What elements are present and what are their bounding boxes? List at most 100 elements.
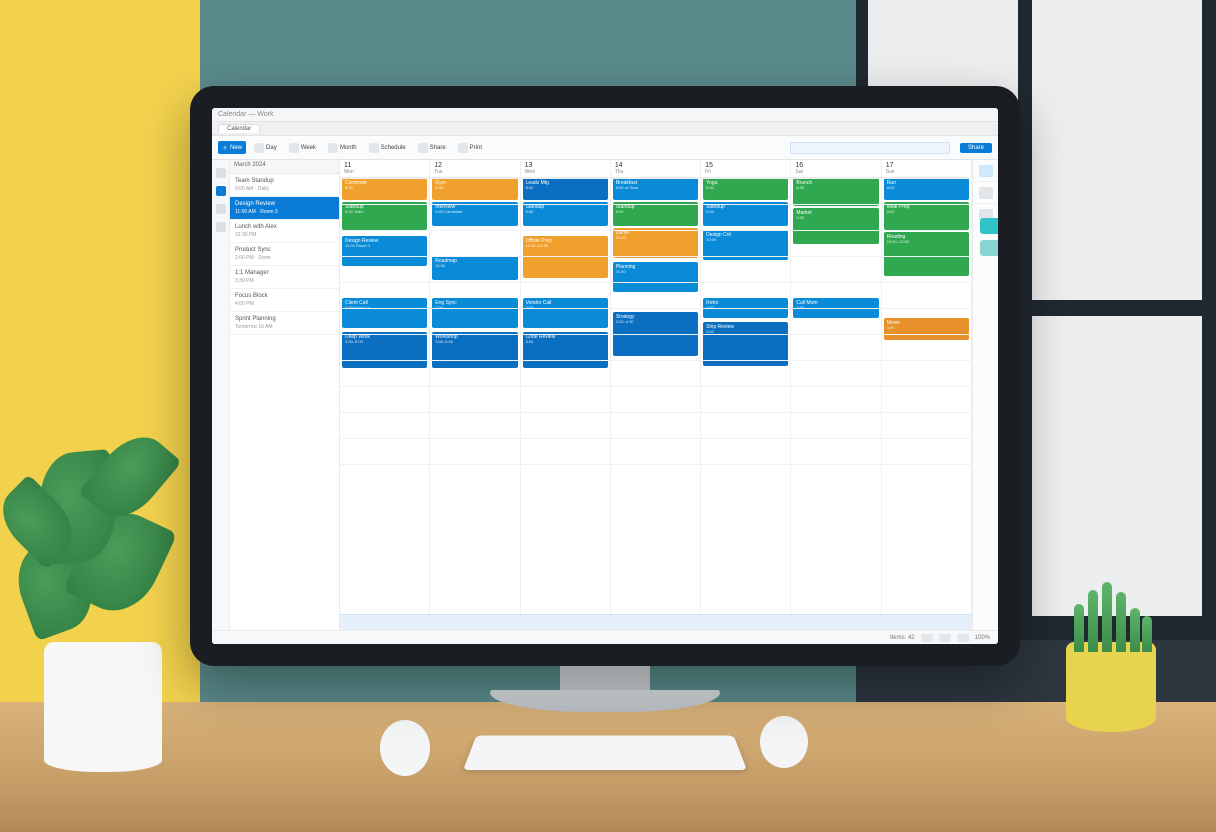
panel-tab-icon[interactable]	[979, 187, 993, 199]
calendar-event[interactable]: Breakfast8:00 w/ Sam	[613, 178, 698, 200]
event-time: 8:00 w/ Sam	[616, 186, 695, 191]
calendar-event[interactable]: Offsite Prep10:30–12:30	[523, 236, 608, 278]
agenda-item[interactable]: Team Standup9:00 AM · Daily	[230, 174, 339, 197]
calendar-event[interactable]: Eng Sync2:00	[432, 298, 517, 328]
search-input[interactable]	[790, 142, 950, 154]
calendar-event[interactable]: Standup9:00	[613, 202, 698, 226]
calendar-event[interactable]: Standup9:00	[703, 202, 788, 226]
new-event-button[interactable]: ＋ New	[218, 141, 246, 154]
zoom-level[interactable]: 100%	[975, 635, 990, 641]
day-number: 13	[525, 162, 606, 169]
calendar-event[interactable]: Interview9:00 Candidate	[432, 202, 517, 226]
ribbon-item-label: Share	[430, 145, 446, 151]
event-time: 2:30–4:30	[616, 320, 695, 325]
agenda-item[interactable]: 1:1 Manager 3:30 PM	[230, 266, 339, 289]
calendar-event[interactable]: Reading10:00–12:00	[884, 232, 969, 276]
calendar-icon[interactable]	[216, 186, 226, 196]
day-column[interactable]: Leads Mtg8:00Standup9:00 Offsite Prep10:3…	[521, 178, 611, 614]
day-header[interactable]: 11Mon	[340, 160, 430, 177]
calendar-event[interactable]: Deep Work3:00–5:00	[342, 332, 427, 368]
view-normal-icon[interactable]	[921, 634, 933, 642]
ribbon-week-button[interactable]: Week	[285, 141, 320, 155]
tab-calendar[interactable]: Calendar	[218, 124, 260, 133]
agenda-sidebar: March 2024 Team Standup9:00 AM · DailyDe…	[230, 160, 340, 630]
app-window: Calendar — Work Calendar ＋ New Day Week …	[212, 108, 998, 644]
calendar-event[interactable]: Client Call2:00 Acme Co	[342, 298, 427, 328]
day-column[interactable]: Yoga8:00Standup9:00Design Crit10:00Retro…	[701, 178, 791, 614]
share-action-button[interactable]: Share	[960, 143, 992, 153]
ribbon-month-button[interactable]: Month	[324, 141, 361, 155]
agenda-item-title: Sprint Planning	[235, 316, 334, 322]
view-reading-icon[interactable]	[939, 634, 951, 642]
hour-line	[340, 386, 972, 387]
right-rail	[972, 160, 998, 630]
calendar-event[interactable]: Meal Prep9:00	[884, 202, 969, 230]
view-compact-icon[interactable]	[957, 634, 969, 642]
calendar-event[interactable]: Run8:00	[884, 178, 969, 200]
calendar-event[interactable]: Market9:30	[793, 208, 878, 244]
calendar-event[interactable]: Roadmap11:30	[432, 256, 517, 280]
horizontal-scrollbar[interactable]	[340, 614, 972, 630]
day-header[interactable]: 12Tue	[430, 160, 520, 177]
calendar-event[interactable]: Gym8:00	[432, 178, 517, 200]
event-time: 3:00–5:00	[435, 340, 514, 345]
side-tab-teal-light[interactable]	[980, 240, 998, 256]
day-name: Sun	[886, 169, 967, 175]
ribbon-day-button[interactable]: Day	[250, 141, 281, 155]
agenda-item[interactable]: Focus Block4:00 PM	[230, 289, 339, 312]
day-header[interactable]: 15Fri	[701, 160, 791, 177]
agenda-item-sub: 4:00 PM	[235, 301, 334, 307]
agenda-item[interactable]: Product Sync2:00 PM · Zoom	[230, 243, 339, 266]
calendar-event[interactable]: Standup9:00 Team	[342, 202, 427, 230]
event-time: 11:30	[616, 270, 695, 275]
agenda-item[interactable]: Design Review11:00 AM · Room 3	[230, 197, 339, 220]
calendar-event[interactable]: Standup9:00	[523, 202, 608, 226]
agenda-item-title: Product Sync	[235, 247, 334, 253]
calendar-area: 11Mon12Tue13Wed14Thu15Fri16Sat17Sun Comm…	[340, 160, 972, 630]
event-time: 10:00	[706, 238, 785, 243]
event-time: 10:00	[616, 236, 695, 241]
ribbon-share-button[interactable]: Share	[414, 141, 450, 155]
panel-tab-icon[interactable]	[979, 165, 993, 177]
day-column[interactable]: Commute8:00Standup9:00 Team Design Review…	[340, 178, 430, 614]
ribbon-schedule-button[interactable]: Schedule	[365, 141, 410, 155]
side-tab-teal[interactable]	[980, 218, 998, 234]
share-icon	[418, 143, 428, 153]
calendar-event[interactable]: Movie3:00	[884, 318, 969, 340]
calendar-event[interactable]: Brunch8:30	[793, 178, 878, 206]
calendar-event[interactable]: Yoga8:00	[703, 178, 788, 200]
ribbon-item-label: Day	[266, 145, 277, 151]
sidebar-header: March 2024	[230, 160, 339, 174]
calendar-event[interactable]: Design Review11:00 Room 3	[342, 236, 427, 266]
day-column[interactable]: Gym8:00Interview9:00 Candidate Roadmap11:…	[430, 178, 520, 614]
tasks-icon[interactable]	[216, 222, 226, 232]
calendar-event[interactable]: Demo10:00	[613, 228, 698, 258]
day-column[interactable]: Brunch8:30Market9:30Call Mom2:00	[791, 178, 881, 614]
window-titlebar[interactable]: Calendar — Work	[212, 108, 998, 122]
day-header[interactable]: 14Thu	[611, 160, 701, 177]
calendar-event[interactable]: Planning11:30	[613, 262, 698, 292]
agenda-item-sub: 3:30 PM	[235, 278, 334, 284]
day-column[interactable]: Breakfast8:00 w/ SamStandup9:00Demo10:00…	[611, 178, 701, 614]
calendar-event[interactable]: Workshop3:00–5:00	[432, 332, 517, 368]
calendar-event[interactable]: Code Review3:00	[523, 332, 608, 368]
day-name: Tue	[434, 169, 515, 175]
agenda-item[interactable]: Sprint PlanningTomorrow 10 AM	[230, 312, 339, 335]
day-column[interactable]: Run8:00Meal Prep9:00Reading10:00–12:00 Mo…	[882, 178, 972, 614]
day-header[interactable]: 17Sun	[882, 160, 972, 177]
new-event-label: New	[230, 145, 242, 151]
calendar-event[interactable]: Commute8:00	[342, 178, 427, 200]
calendar-grid[interactable]: Commute8:00Standup9:00 Team Design Review…	[340, 178, 972, 614]
people-icon[interactable]	[216, 204, 226, 214]
day-header[interactable]: 16Sat	[791, 160, 881, 177]
agenda-item-title: 1:1 Manager	[235, 270, 334, 276]
calendar-event[interactable]: Vendor Call2:00	[523, 298, 608, 328]
agenda-item[interactable]: Lunch with Alex12:30 PM	[230, 220, 339, 243]
day-name: Fri	[705, 169, 786, 175]
ribbon-print-button[interactable]: Print	[454, 141, 486, 155]
ribbon-item-label: Schedule	[381, 145, 406, 151]
mail-icon[interactable]	[216, 168, 226, 178]
ribbon-toolbar: ＋ New Day Week Month Schedule Share Prin…	[212, 136, 998, 160]
day-header[interactable]: 13Wed	[521, 160, 611, 177]
calendar-event[interactable]: Leads Mtg8:00	[523, 178, 608, 200]
